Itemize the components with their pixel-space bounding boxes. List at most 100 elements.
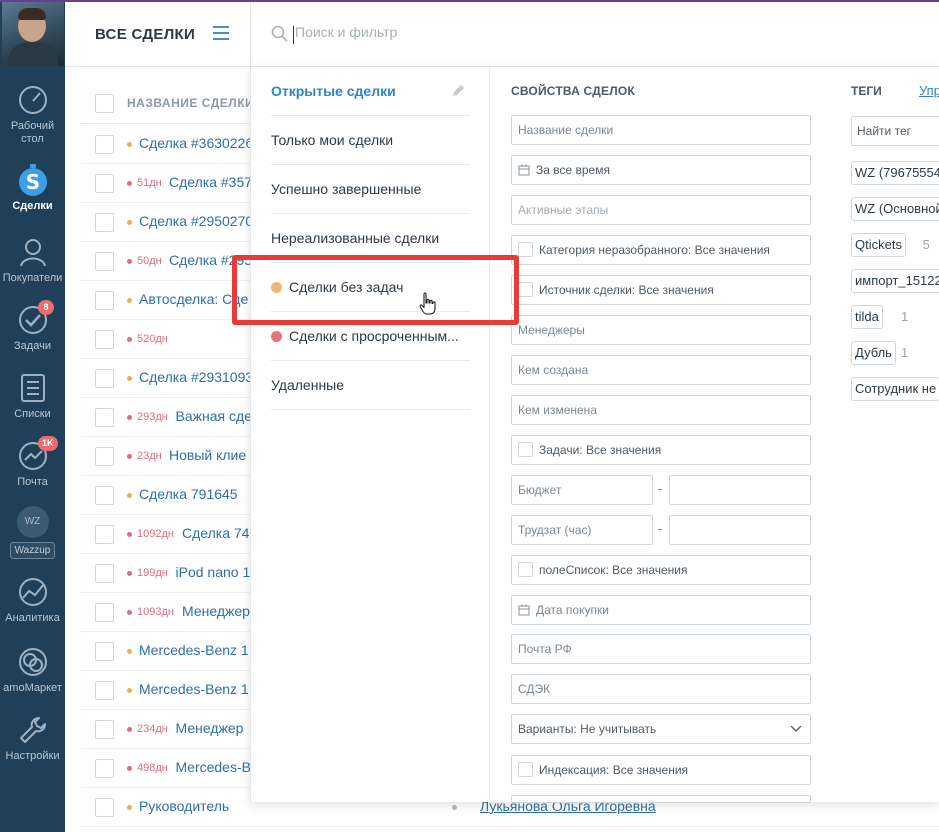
row-checkbox[interactable]	[95, 408, 114, 427]
field-labor-from[interactable]: Трудзат (час)	[511, 515, 653, 545]
field-budget-from[interactable]: Бюджет	[511, 475, 653, 505]
checkbox[interactable]	[518, 282, 533, 297]
field-cdek[interactable]: СДЭК	[511, 674, 811, 704]
deal-name-link[interactable]: Mercedes-Benz 1	[139, 642, 249, 658]
deal-name-link[interactable]: Сделка 74	[182, 525, 249, 541]
field-deal-name[interactable]: Название сделки	[511, 115, 811, 145]
deal-name-link[interactable]: Сделка #357	[169, 174, 252, 190]
search-input[interactable]	[295, 24, 695, 40]
field-period[interactable]: За все время	[511, 155, 811, 185]
field-created-by[interactable]: Кем создана	[511, 355, 811, 385]
sidebar-item-lists[interactable]: Списки	[0, 372, 65, 421]
deal-name-link[interactable]: Mercedes-Benz 1	[139, 681, 249, 697]
days-label: 51дн	[137, 177, 162, 189]
row-checkbox[interactable]	[95, 603, 114, 622]
pencil-edit-icon[interactable]	[451, 83, 466, 98]
preset-my-deals[interactable]: Только мои сделки	[271, 116, 470, 165]
field-list[interactable]: полеСписок: Все значения	[511, 555, 811, 585]
field-indexation[interactable]: Индексация: Все значения	[511, 755, 811, 785]
status-dot	[127, 298, 132, 303]
row-checkbox[interactable]	[95, 720, 114, 739]
sidebar-item-customers[interactable]: Покупатели	[0, 236, 65, 285]
row-checkbox[interactable]	[95, 252, 114, 271]
row-checkbox[interactable]	[95, 564, 114, 583]
row-checkbox[interactable]	[95, 642, 114, 661]
user-avatar[interactable]	[2, 2, 64, 66]
checkbox[interactable]	[518, 762, 533, 777]
calendar-icon	[518, 164, 530, 176]
deal-name-link[interactable]: Важная сде	[176, 408, 252, 424]
deal-name-link[interactable]: Сделка 791645	[139, 486, 238, 502]
customers-icon	[19, 239, 46, 267]
status-dot	[127, 415, 132, 420]
tag-chip[interactable]: импорт_15122	[851, 269, 939, 293]
select-all-checkbox[interactable]	[95, 94, 114, 113]
field-labor-to[interactable]	[669, 515, 811, 545]
row-checkbox[interactable]	[95, 369, 114, 388]
deal-name-link[interactable]: Mercedes-B	[176, 759, 251, 775]
row-checkbox[interactable]	[95, 486, 114, 505]
sidebar-item-analytics[interactable]: Аналитика	[0, 576, 65, 625]
tag-chip[interactable]: tilda	[851, 305, 883, 329]
field-budget-to[interactable]	[669, 475, 811, 505]
row-checkbox[interactable]	[95, 174, 114, 193]
preset-won-deals[interactable]: Успешно завершенные	[271, 165, 470, 214]
field-source[interactable]: Источник сделки: Все значения	[511, 275, 811, 305]
sidebar-item-mail[interactable]: 1K Почта	[0, 436, 65, 489]
status-dot	[452, 805, 457, 810]
field-russian-post[interactable]: Почта РФ	[511, 634, 811, 664]
search-box[interactable]	[250, 2, 939, 67]
tag-chip[interactable]: WZ (Основной	[851, 197, 939, 221]
checkbox[interactable]	[518, 562, 533, 577]
field-tasks[interactable]: Задачи: Все значения	[511, 435, 811, 465]
filter-panel: Открытые сделки Только мои сделки Успешн…	[250, 67, 939, 803]
sidebar-item-wazzup[interactable]: WZ Wazzup	[0, 506, 65, 559]
deal-name-link[interactable]: iPod nano 1	[176, 564, 251, 580]
mail-badge: 1K	[38, 436, 58, 451]
field-category[interactable]: Категория неразобранного: Все значения	[511, 235, 811, 265]
sidebar-item-settings[interactable]: Настройки	[0, 714, 65, 763]
checkbox[interactable]	[518, 242, 533, 257]
field-purchase-date[interactable]: Дата покупки	[511, 595, 811, 625]
row-checkbox[interactable]	[95, 291, 114, 310]
tag-chip[interactable]: Дубль	[851, 341, 896, 365]
status-dot	[127, 454, 132, 459]
field-managers[interactable]: Менеджеры	[511, 315, 811, 345]
preset-open-deals[interactable]: Открытые сделки	[271, 67, 470, 116]
menu-hamburger-icon[interactable]	[213, 26, 229, 40]
sidebar-item-dashboard[interactable]: Рабочий стол	[0, 84, 65, 146]
deal-name-link[interactable]: Менеджер	[176, 720, 244, 736]
sidebar-item-market[interactable]: amoМаркет	[0, 646, 65, 695]
row-checkbox[interactable]	[95, 135, 114, 154]
sidebar-item-tasks[interactable]: 8 Задачи	[0, 300, 65, 353]
tag-search-input[interactable]: Найти тег	[851, 116, 939, 146]
deal-name-link[interactable]: Руководитель	[139, 798, 229, 814]
tag-chip[interactable]: Qtickets	[851, 233, 906, 257]
row-checkbox[interactable]	[95, 681, 114, 700]
field-active-stages[interactable]: Активные этапы	[511, 195, 811, 225]
row-checkbox[interactable]	[95, 798, 114, 817]
deal-name-link[interactable]: Менеджер	[182, 603, 250, 619]
status-dot	[127, 571, 132, 576]
highlight-frame	[232, 255, 519, 325]
wazzup-icon: WZ	[16, 506, 49, 538]
deal-name-link[interactable]: Новый клие	[169, 447, 246, 463]
tag-chip[interactable]: WZ (79675554	[851, 161, 939, 185]
checkbox[interactable]	[518, 442, 533, 457]
days-label: 1092дн	[137, 528, 174, 540]
row-checkbox[interactable]	[95, 759, 114, 778]
tag-chip[interactable]: Сотрудник не	[851, 377, 939, 401]
row-checkbox[interactable]	[95, 213, 114, 232]
sidebar-item-deals[interactable]: S Сделки	[0, 164, 65, 213]
row-checkbox[interactable]	[95, 447, 114, 466]
tags-manage-link[interactable]: Упр	[919, 83, 939, 98]
deal-name-link[interactable]: Сделка #2931093	[139, 369, 253, 385]
deal-name-link[interactable]: Сделка #2950270	[139, 213, 253, 229]
field-variants-select[interactable]: Варианты: Не учитывать	[511, 714, 811, 744]
deal-name-link[interactable]: Сделка #363022б	[139, 135, 253, 151]
row-checkbox[interactable]	[95, 330, 114, 349]
field-changed-by[interactable]: Кем изменена	[511, 395, 811, 425]
row-checkbox[interactable]	[95, 525, 114, 544]
left-sidebar: Рабочий стол S Сделки Покупатели 8 Задач…	[0, 0, 65, 832]
preset-deleted[interactable]: Удаленные	[271, 361, 470, 410]
